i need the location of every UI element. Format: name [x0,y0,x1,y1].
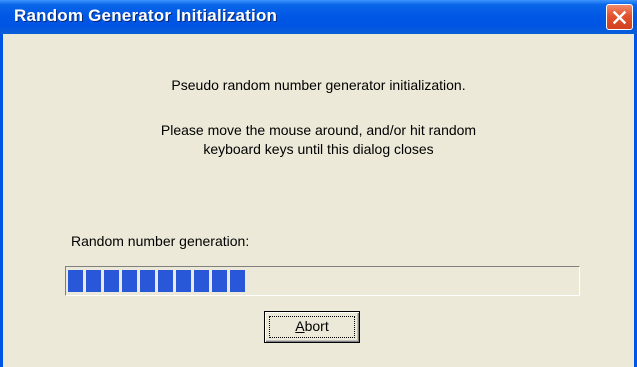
progress-label: Random number generation: [71,233,250,249]
progress-bar [65,266,580,296]
progress-fill-area [68,270,577,292]
progress-segment [176,270,191,292]
abort-button[interactable]: Abort [264,311,360,343]
progress-segment [86,270,101,292]
close-button[interactable] [606,4,633,30]
progress-segment [68,270,83,292]
progress-segment [140,270,155,292]
message-line-2: Please move the mouse around, and/or hit… [160,122,477,138]
abort-button-label: Abort [265,318,359,334]
dialog-window: Random Generator Initialization Pseudo r… [0,0,637,367]
progress-segment [104,270,119,292]
abort-label-rest: bort [304,318,329,334]
progress-segment [230,270,245,292]
message-line-1: Pseudo random number generator initializ… [171,77,466,93]
progress-segment [212,270,227,292]
progress-segment [158,270,173,292]
progress-segment [194,270,209,292]
progress-segment [122,270,137,292]
title-bar[interactable]: Random Generator Initialization [0,0,637,34]
window-title: Random Generator Initialization [14,6,278,25]
abort-mnemonic: A [295,318,305,334]
close-icon [612,10,627,24]
message-line-3: keyboard keys until this dialog closes [203,141,434,157]
